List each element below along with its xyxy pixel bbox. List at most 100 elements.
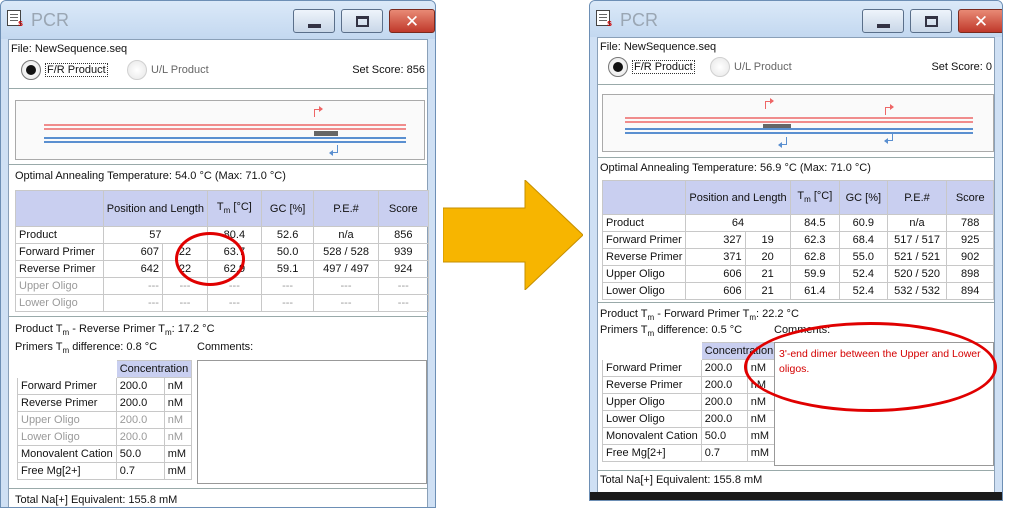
cell-pe: 517 / 517: [886, 231, 948, 249]
close-button[interactable]: ✕: [389, 9, 435, 33]
conc-unit: nM: [746, 410, 778, 428]
fr-product-radio[interactable]: [608, 57, 628, 77]
conc-value-input[interactable]: 50.0: [115, 445, 165, 463]
pcr-diagram: [602, 94, 994, 152]
cell-length: 20: [744, 248, 791, 266]
maximize-icon: [925, 16, 938, 27]
divider: [598, 84, 994, 85]
cell-score: 939: [377, 243, 430, 261]
table-header: Position and Length Tm [°C] GC [%] P.E.#…: [601, 180, 994, 215]
forward-strand: [625, 117, 973, 119]
product-primer-tm-difference: Product Tm - Forward Primer Tm: 22.2 °C: [600, 308, 799, 323]
tm-label: T: [216, 201, 224, 214]
document-icon: [7, 10, 23, 28]
divider: [9, 316, 427, 317]
annealing-temperature: Optimal Annealing Temperature: 54.0 °C (…: [15, 170, 286, 182]
forward-strand: [44, 124, 406, 126]
cell-pe: ---: [313, 277, 379, 295]
conc-row: Forward Primer 200.0 nM: [17, 377, 193, 395]
ul-product-label[interactable]: U/L Product: [151, 64, 209, 76]
ul-product-radio[interactable]: [127, 60, 147, 80]
transition-arrow-icon: [443, 180, 583, 290]
divider: [598, 157, 994, 158]
conc-value-input[interactable]: 0.7: [700, 444, 748, 462]
conc-value-input[interactable]: 200.0: [115, 428, 165, 446]
conc-value-input[interactable]: 200.0: [115, 377, 165, 395]
conc-value-input[interactable]: 50.0: [700, 427, 748, 445]
cell-pe: 532 / 532: [886, 282, 948, 300]
conc-value-input[interactable]: 200.0: [700, 410, 748, 428]
cell-tm: 84.5: [789, 214, 841, 232]
maximize-button[interactable]: [910, 9, 952, 33]
header-position: Position and Length: [102, 190, 208, 227]
conc-unit: nM: [163, 394, 193, 412]
fr-product-radio[interactable]: [21, 60, 41, 80]
cell-tm: 62.3: [789, 231, 841, 249]
table-row[interactable]: Lower Oligo 606 21 61.4 52.4 532 / 532 8…: [601, 282, 994, 300]
tm-unit: [°C]: [810, 190, 833, 203]
comments-box[interactable]: [197, 360, 427, 484]
header-gc: GC [%]: [839, 180, 888, 215]
conc-value-input[interactable]: 200.0: [700, 376, 748, 394]
cell-position: 371: [685, 248, 746, 266]
conc-name: Forward Primer: [17, 377, 117, 395]
header-position: Position and Length: [685, 180, 791, 215]
conc-unit: mM: [163, 462, 193, 480]
cell-gc: ---: [260, 277, 315, 295]
conc-value-input[interactable]: 0.7: [115, 462, 165, 480]
conc-row: Upper Oligo 200.0 nM: [17, 411, 193, 429]
conc-unit: nM: [163, 428, 193, 446]
conc-value-input[interactable]: 200.0: [700, 359, 748, 377]
header-pe: P.E.#: [313, 190, 379, 227]
cell-length: ---: [161, 294, 208, 312]
ul-product-label[interactable]: U/L Product: [734, 61, 792, 73]
row-name: Product: [15, 226, 104, 244]
maximize-button[interactable]: [341, 9, 383, 33]
cell-pe: 497 / 497: [313, 260, 379, 278]
minimize-icon: [308, 24, 321, 28]
client-area: File: NewSequence.seq F/R Product U/L Pr…: [597, 37, 995, 500]
minimize-button[interactable]: [293, 9, 335, 33]
file-label: File: NewSequence.seq: [11, 43, 128, 55]
fr-product-label[interactable]: F/R Product: [632, 60, 695, 74]
cell-tm: ---: [206, 294, 262, 312]
product-type-selector: F/R Product U/L Product Set Score: 856: [9, 57, 427, 83]
cell-position: 606: [685, 265, 746, 283]
table-header: Position and Length Tm [°C] GC [%] P.E.#…: [15, 190, 430, 227]
maximize-icon: [356, 16, 369, 27]
cell-position: 642: [102, 260, 163, 278]
table-row[interactable]: Upper Oligo 606 21 59.9 52.4 520 / 520 8…: [601, 265, 994, 283]
conc-row: Upper Oligo 200.0 nM: [602, 393, 778, 411]
header-tm: Tm [°C]: [789, 180, 841, 215]
row-name: Reverse Primer: [601, 248, 687, 266]
set-score: Set Score: 0: [931, 61, 992, 73]
header-score: Score: [946, 180, 994, 215]
window-title: PCR: [31, 10, 70, 30]
header-blank: [15, 190, 104, 227]
table-row[interactable]: Lower Oligo --- --- --- --- --- ---: [15, 294, 430, 312]
cell-gc: 68.4: [839, 231, 888, 249]
fr-product-label[interactable]: F/R Product: [45, 63, 108, 77]
divider: [598, 302, 994, 303]
conc-value-input[interactable]: 200.0: [700, 393, 748, 411]
table-row[interactable]: Product 64 84.5 60.9 n/a 788: [601, 214, 994, 232]
forward-strand: [44, 128, 406, 130]
table-row[interactable]: Forward Primer 327 19 62.3 68.4 517 / 51…: [601, 231, 994, 249]
cell-position: 606: [685, 282, 746, 300]
cell-gc: 52.4: [839, 282, 888, 300]
table-row[interactable]: Reverse Primer 371 20 62.8 55.0 521 / 52…: [601, 248, 994, 266]
cell-gc: 60.9: [839, 214, 888, 232]
divider: [598, 470, 994, 471]
conc-unit: mM: [163, 445, 193, 463]
title-bar[interactable]: PCR ✕: [1, 1, 435, 39]
minimize-button[interactable]: [862, 9, 904, 33]
cell-position: 327: [685, 231, 746, 249]
title-bar[interactable]: PCR ✕: [590, 1, 1002, 37]
comments-label: Comments:: [197, 341, 254, 353]
conc-name: Lower Oligo: [17, 428, 117, 446]
conc-name: Reverse Primer: [602, 376, 702, 394]
ul-product-radio[interactable]: [710, 57, 730, 77]
conc-value-input[interactable]: 200.0: [115, 411, 165, 429]
close-button[interactable]: ✕: [958, 9, 1002, 33]
conc-value-input[interactable]: 200.0: [115, 394, 165, 412]
